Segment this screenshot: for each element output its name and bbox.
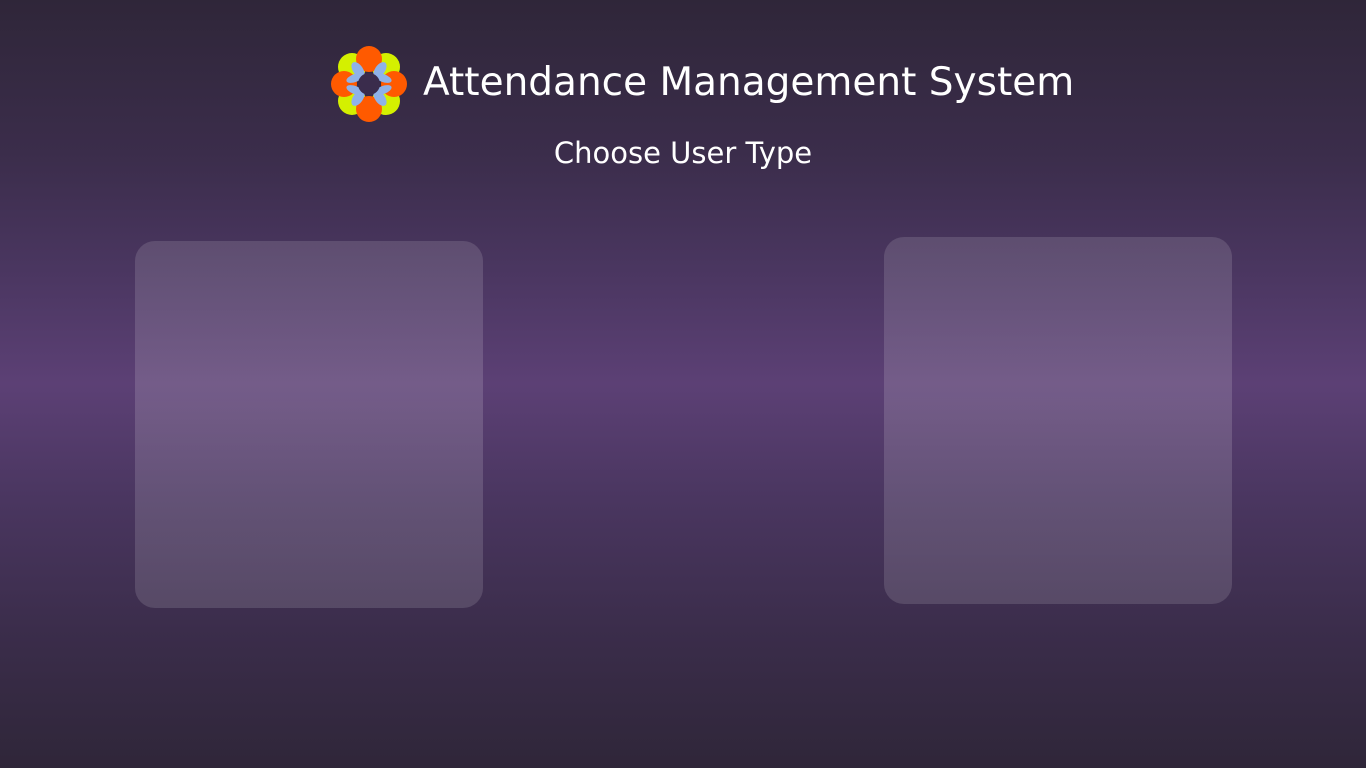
user-type-card-left[interactable] — [135, 241, 483, 608]
app-title: Attendance Management System — [423, 60, 1075, 105]
flower-logo-icon — [331, 46, 407, 122]
app-header: Attendance Management System Choose User… — [0, 0, 1366, 200]
page-subtitle: Choose User Type — [553, 136, 813, 170]
user-type-card-right[interactable] — [884, 237, 1232, 604]
